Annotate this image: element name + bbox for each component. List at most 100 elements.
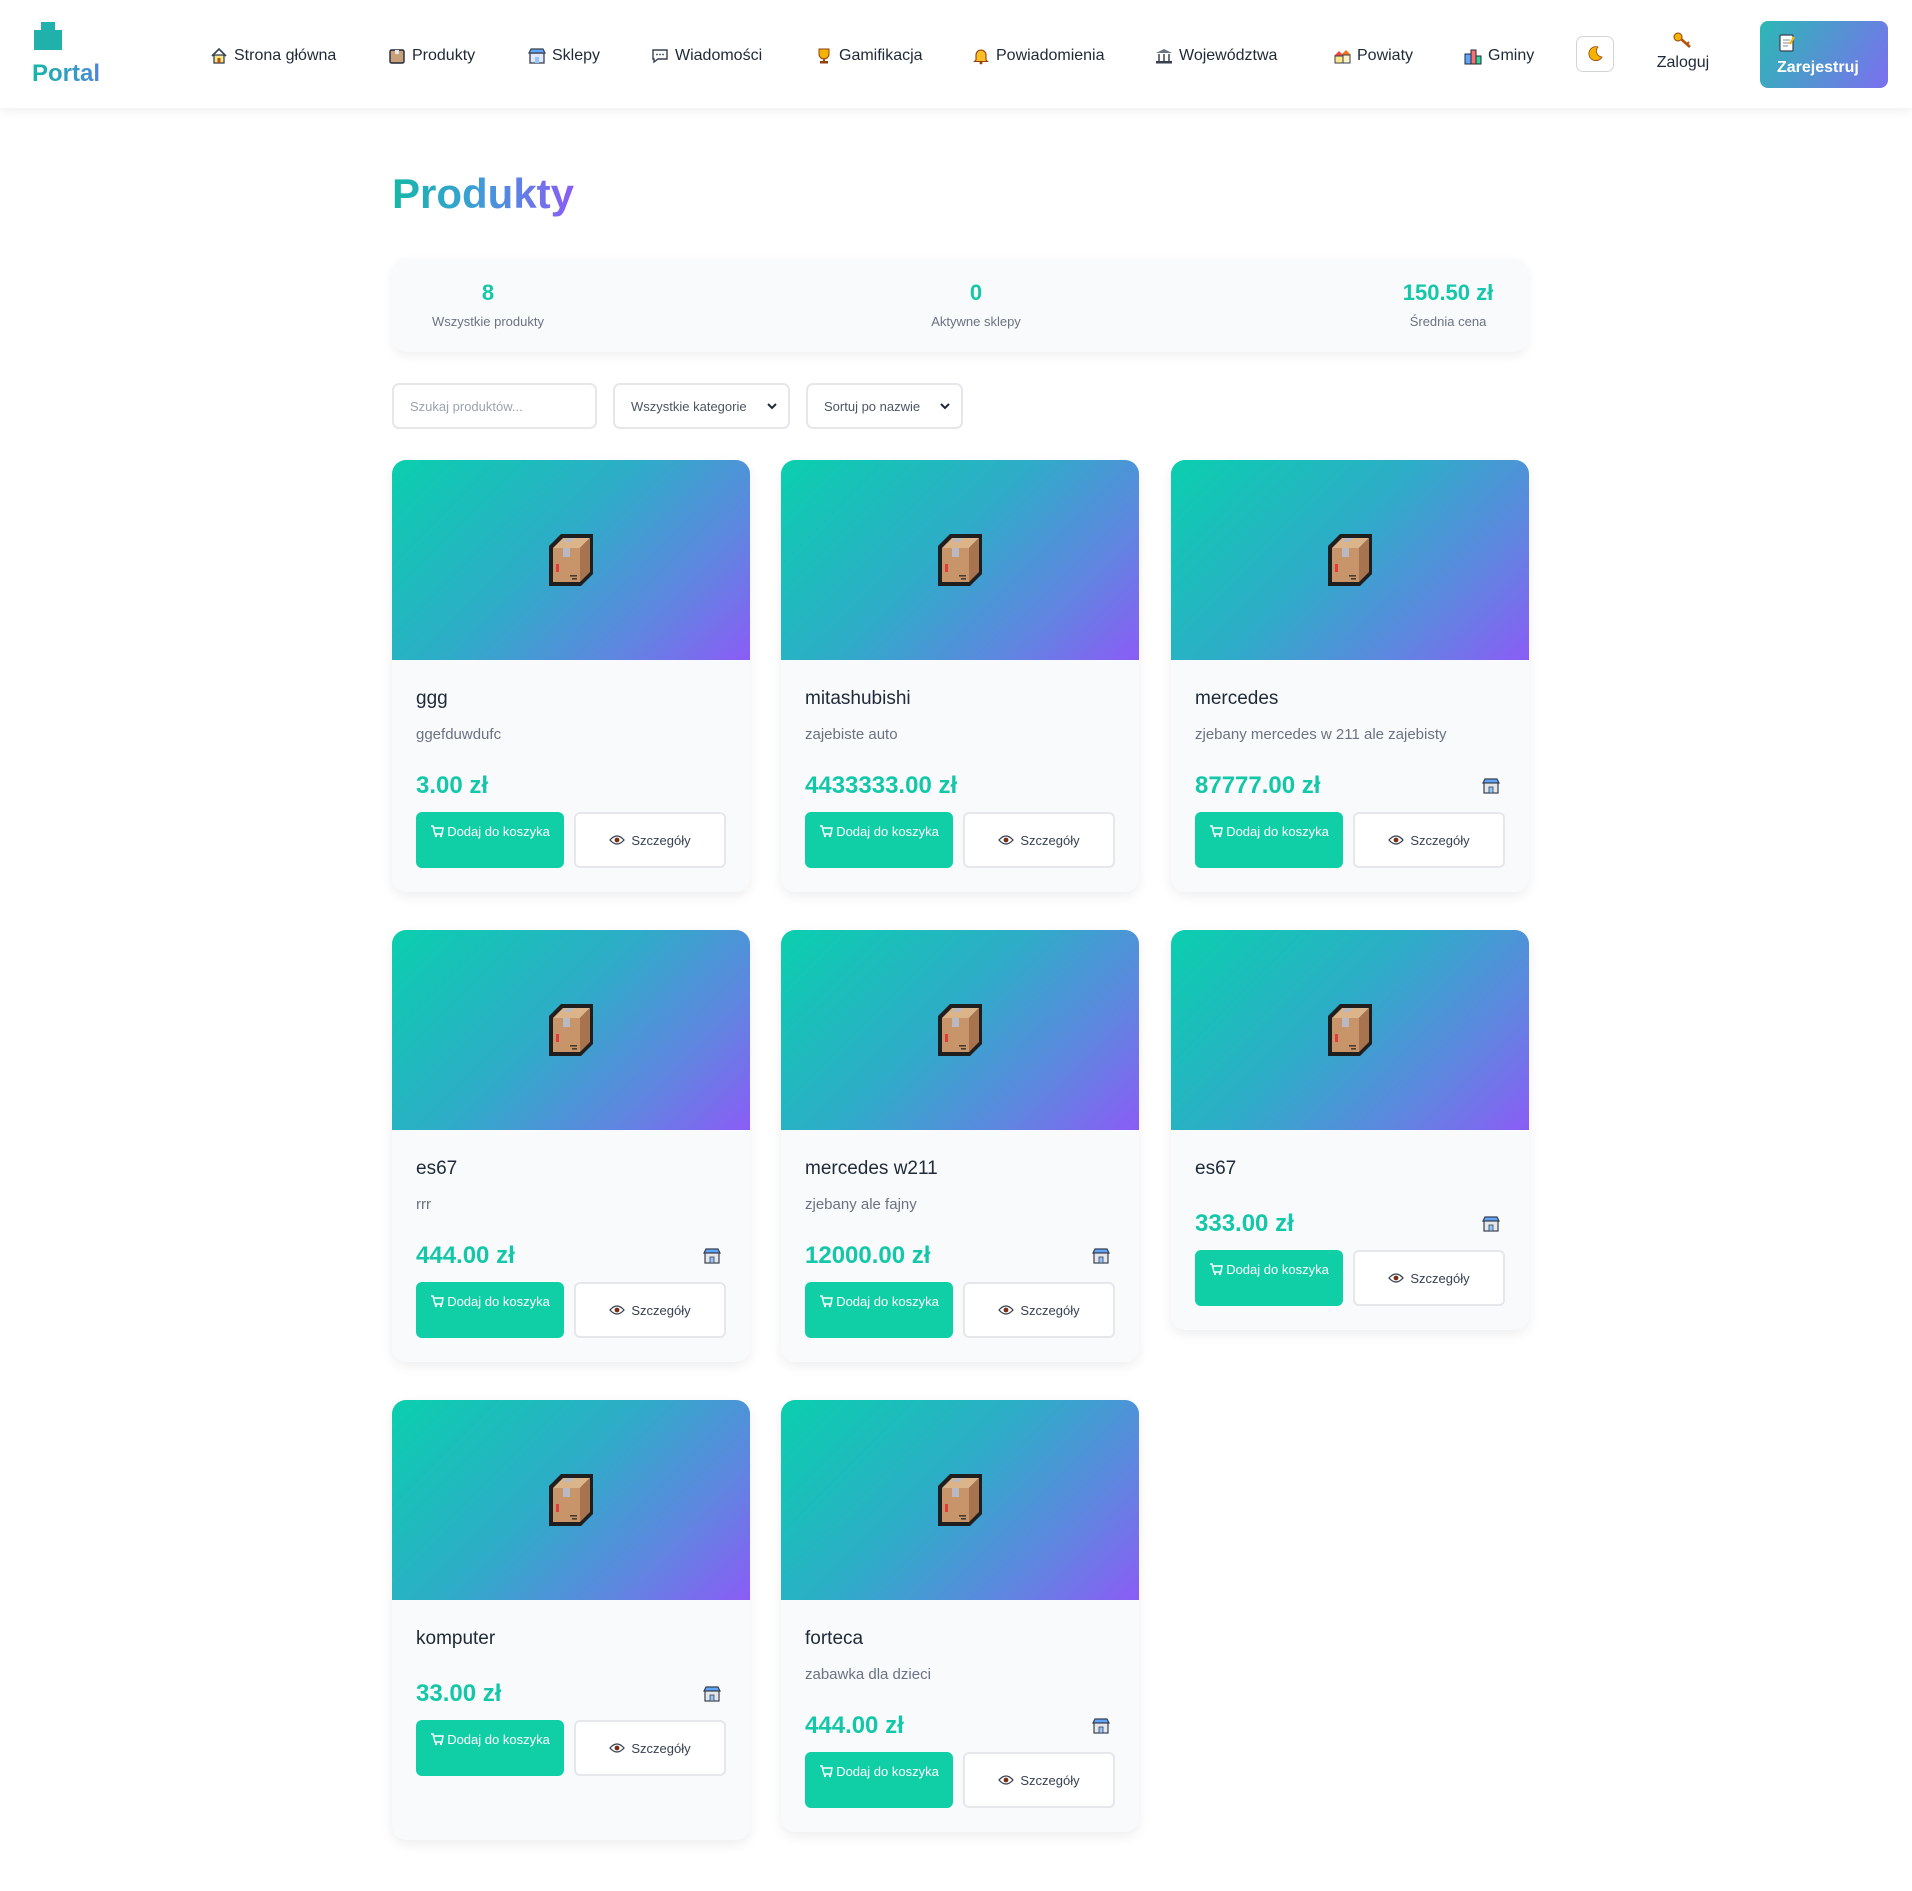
register-button[interactable]: Zarejestruj — [1760, 21, 1888, 88]
details-button[interactable]: Szczegóły — [963, 1282, 1115, 1338]
store-icon — [703, 1248, 721, 1264]
package-icon — [549, 1004, 593, 1056]
details-button[interactable]: Szczegóły — [1353, 812, 1505, 868]
eye-icon — [609, 1305, 626, 1315]
add-to-cart-label: Dodaj do koszyka — [447, 824, 550, 839]
eye-icon — [609, 1743, 626, 1753]
search-input[interactable]: Szukaj produktów... — [392, 383, 597, 429]
product-image[interactable] — [781, 460, 1139, 660]
stat-label: Średnia cena — [1409, 314, 1487, 329]
details-button[interactable]: Szczegóły — [963, 812, 1115, 868]
stat-value: 150.50 zł — [1402, 280, 1494, 305]
stat-value: 0 — [969, 280, 983, 305]
nav-produkty[interactable]: Produkty — [388, 44, 475, 68]
product-card[interactable]: mercedes zjebany mercedes w 211 ale zajeb… — [1171, 460, 1529, 892]
add-to-cart-button[interactable]: Dodaj do koszyka — [1195, 812, 1343, 868]
city-icon — [1464, 49, 1482, 65]
product-price: 12000.00 zł — [805, 1242, 931, 1269]
nav-label: Powiadomienia — [996, 47, 1105, 64]
store-badge — [1481, 776, 1501, 796]
cart-icon — [431, 1733, 445, 1746]
product-card[interactable]: mercedes w211 zjebany ale fajny 12000.00 z… — [781, 930, 1139, 1362]
store-badge — [1481, 1214, 1501, 1234]
nav-label: Wiadomości — [675, 47, 763, 64]
add-to-cart-label: Dodaj do koszyka — [836, 1294, 939, 1309]
product-name[interactable]: mitashubishi — [805, 688, 911, 710]
package-icon — [1328, 534, 1372, 586]
details-label: Szczegóły — [1410, 1270, 1470, 1286]
store-icon — [528, 48, 546, 64]
product-card[interactable]: komputer 33.00 zł Dodaj do koszyka Szczegół… — [392, 1400, 750, 1840]
details-button[interactable]: Szczegóły — [574, 812, 726, 868]
product-name[interactable]: forteca — [805, 1628, 863, 1650]
stat-all-products: 8 Wszystkie produkty — [416, 280, 560, 329]
details-label: Szczegóły — [631, 1302, 691, 1318]
nav-gamifikacja[interactable]: Gamifikacja — [815, 44, 923, 68]
product-price: 87777.00 zł — [1195, 772, 1321, 799]
stat-value: 8 — [481, 280, 495, 305]
add-to-cart-label: Dodaj do koszyka — [447, 1732, 550, 1747]
theme-toggle-button[interactable] — [1576, 36, 1614, 72]
product-image[interactable] — [392, 460, 750, 660]
product-name[interactable]: es67 — [1195, 1158, 1236, 1180]
add-to-cart-button[interactable]: Dodaj do koszyka — [805, 1282, 953, 1338]
product-image[interactable] — [781, 930, 1139, 1130]
details-button[interactable]: Szczegóły — [1353, 1250, 1505, 1306]
store-badge — [702, 1684, 722, 1704]
nav-sklepy[interactable]: Sklepy — [528, 44, 600, 68]
add-to-cart-button[interactable]: Dodaj do koszyka — [416, 1282, 564, 1338]
category-select[interactable]: Wszystkie kategorie — [613, 383, 790, 429]
nav-gminy[interactable]: Gminy — [1464, 44, 1534, 68]
store-icon — [703, 1686, 721, 1702]
nav-powiadomienia[interactable]: Powiadomienia — [972, 44, 1105, 68]
product-card[interactable]: mitashubishi zajebiste auto 4433333.00 zł D… — [781, 460, 1139, 892]
stat-label: Wszystkie produkty — [432, 314, 544, 329]
product-card[interactable]: ggg ggefduwdufc 3.00 zł Dodaj do koszyka Szc… — [392, 460, 750, 892]
store-icon — [1482, 1216, 1500, 1232]
product-name[interactable]: es67 — [416, 1158, 457, 1180]
login-button[interactable]: Zaloguj — [1650, 30, 1716, 80]
eye-icon — [1388, 835, 1405, 845]
top-navbar: Portal Strona główna Produkty Sklepy Wia… — [0, 0, 1912, 108]
houses-icon — [1334, 50, 1351, 64]
details-label: Szczegóły — [631, 832, 691, 848]
trophy-icon — [818, 48, 830, 64]
product-image[interactable] — [1171, 930, 1529, 1130]
nav-label: Produkty — [412, 47, 476, 64]
store-badge — [702, 1246, 722, 1266]
product-name[interactable]: mercedes — [1195, 688, 1278, 710]
package-icon — [938, 1474, 982, 1526]
details-button[interactable]: Szczegóły — [574, 1282, 726, 1338]
product-card[interactable]: es67 333.00 zł Dodaj do koszyka Szczegóły — [1171, 930, 1529, 1330]
add-to-cart-button[interactable]: Dodaj do koszyka — [416, 812, 564, 868]
product-name[interactable]: mercedes w211 — [805, 1158, 938, 1180]
nav-wojewodztwa[interactable]: Województwa — [1155, 44, 1277, 68]
logo-text: Portal — [32, 60, 101, 87]
add-to-cart-button[interactable]: Dodaj do koszyka — [805, 1752, 953, 1808]
product-name[interactable]: ggg — [416, 688, 448, 710]
details-button[interactable]: Szczegóły — [574, 1720, 726, 1776]
product-price: 33.00 zł — [416, 1680, 502, 1707]
logo[interactable]: Portal — [32, 22, 122, 87]
nav-label: Strona główna — [234, 47, 337, 64]
details-button[interactable]: Szczegóły — [963, 1752, 1115, 1808]
add-to-cart-button[interactable]: Dodaj do koszyka — [805, 812, 953, 868]
nav-label: Gamifikacja — [839, 47, 923, 64]
cart-icon — [820, 825, 834, 838]
nav-powiaty[interactable]: Powiaty — [1333, 44, 1413, 68]
nav-strona-glowna[interactable]: Strona główna — [210, 44, 336, 68]
product-card[interactable]: es67 rrr 444.00 zł Dodaj do koszyka Szczegół… — [392, 930, 750, 1362]
sort-select[interactable]: Sortuj po nazwie — [806, 383, 963, 429]
product-image[interactable] — [392, 1400, 750, 1600]
nav-wiadomosci[interactable]: Wiadomości — [651, 44, 762, 68]
product-image[interactable] — [1171, 460, 1529, 660]
product-image[interactable] — [781, 1400, 1139, 1600]
product-image[interactable] — [392, 930, 750, 1130]
product-card[interactable]: forteca zabawka dla dzieci 444.00 zł Dodaj … — [781, 1400, 1139, 1832]
home-icon — [211, 47, 227, 64]
product-name[interactable]: komputer — [416, 1628, 495, 1650]
add-to-cart-button[interactable]: Dodaj do koszyka — [1195, 1250, 1343, 1306]
memo-icon — [1779, 34, 1795, 52]
nav-label: Powiaty — [1357, 47, 1414, 64]
add-to-cart-button[interactable]: Dodaj do koszyka — [416, 1720, 564, 1776]
